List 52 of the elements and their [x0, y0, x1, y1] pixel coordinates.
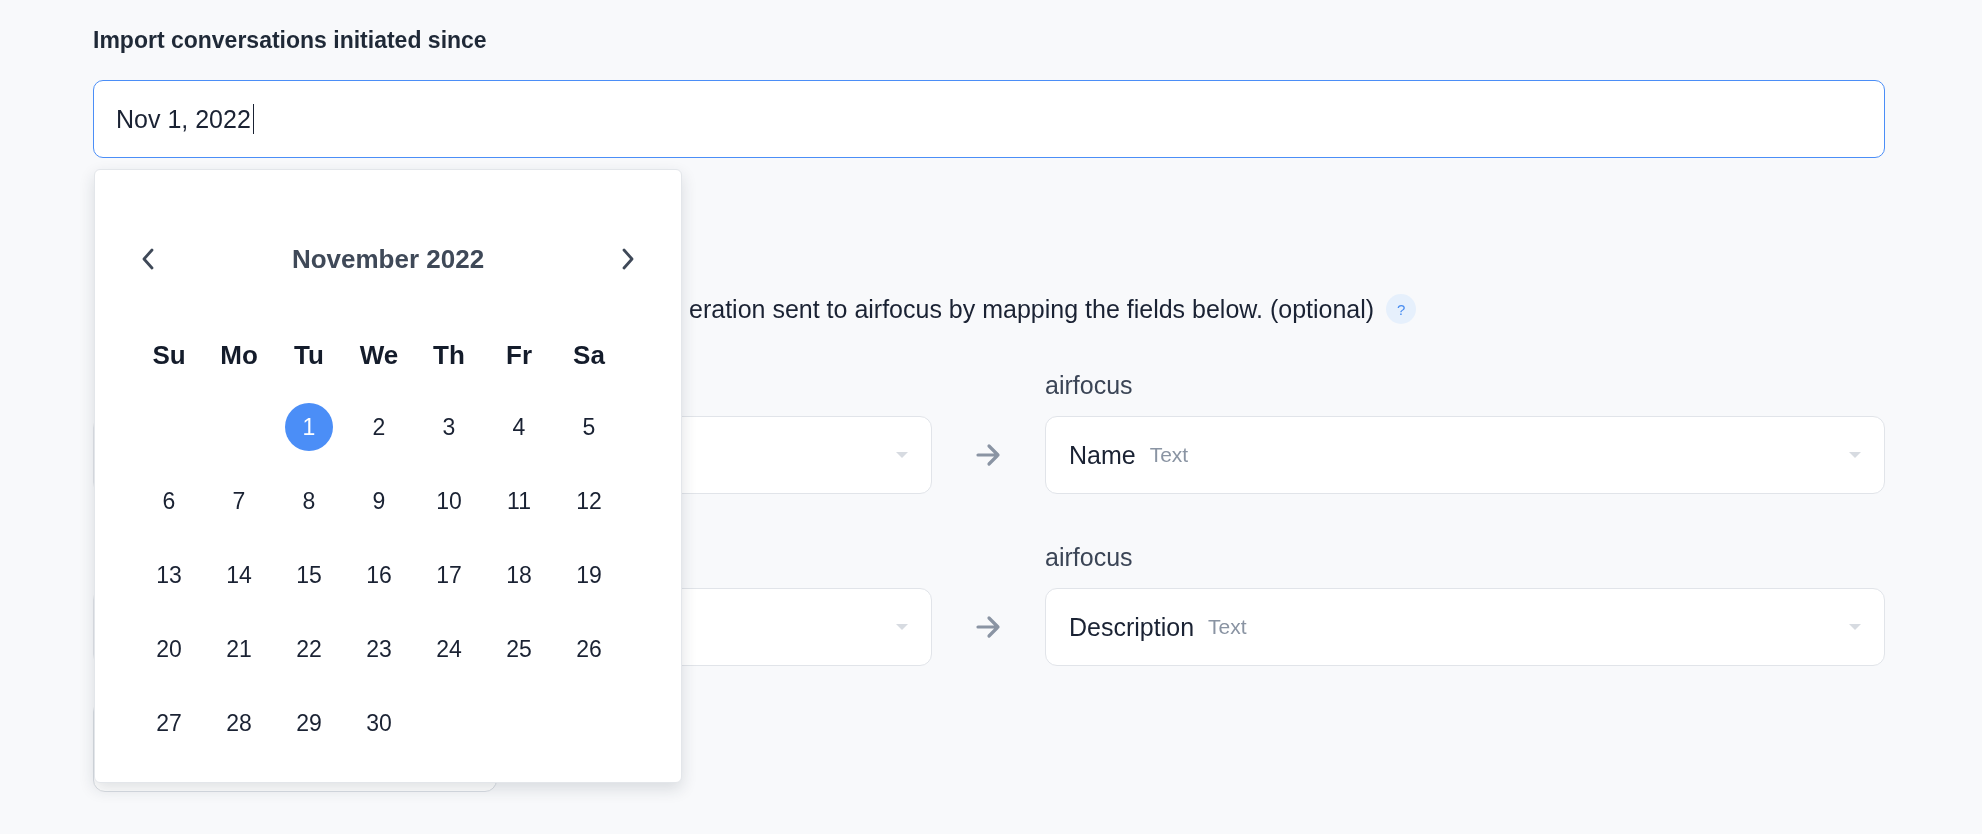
dropdown-caret-icon — [895, 451, 909, 459]
target-label: airfocus — [1045, 370, 1134, 401]
calendar-day[interactable]: 12 — [565, 477, 613, 525]
dropdown-caret-icon — [1848, 451, 1862, 459]
calendar-day[interactable]: 27 — [145, 699, 193, 747]
weekday-label: Su — [152, 339, 186, 371]
calendar-day[interactable]: 24 — [425, 625, 473, 673]
calendar-day[interactable]: 6 — [145, 477, 193, 525]
target-field-select[interactable]: Description Text — [1045, 588, 1885, 666]
calendar-day[interactable]: 9 — [355, 477, 403, 525]
calendar-day[interactable]: 20 — [145, 625, 193, 673]
calendar-day[interactable]: 29 — [285, 699, 333, 747]
calendar-day[interactable]: 5 — [565, 403, 613, 451]
calendar-day[interactable]: 10 — [425, 477, 473, 525]
weekday-label: Th — [433, 339, 465, 371]
dropdown-caret-icon — [1848, 623, 1862, 631]
calendar-day[interactable]: 21 — [215, 625, 263, 673]
calendar-day[interactable]: 7 — [215, 477, 263, 525]
calendar-day[interactable]: 13 — [145, 551, 193, 599]
month-title: November 2022 — [291, 243, 485, 275]
calendar-day[interactable]: 4 — [495, 403, 543, 451]
date-input-field[interactable]: Nov 1, 2022 — [93, 80, 1885, 158]
calendar-day[interactable]: 3 — [425, 403, 473, 451]
weekday-label: Sa — [573, 339, 605, 371]
weekday-label: Mo — [220, 339, 258, 371]
calendar-day[interactable]: 25 — [495, 625, 543, 673]
calendar-day[interactable]: 11 — [495, 477, 543, 525]
chevron-left-icon — [141, 248, 155, 270]
calendar-day[interactable]: 15 — [285, 551, 333, 599]
chevron-right-icon — [621, 248, 635, 270]
arrow-right-icon — [975, 443, 1002, 467]
calendar-day[interactable]: 28 — [215, 699, 263, 747]
calendar-day[interactable]: 30 — [355, 699, 403, 747]
calendar-day[interactable]: 16 — [355, 551, 403, 599]
calendar-day[interactable]: 17 — [425, 551, 473, 599]
calendar-day[interactable]: 14 — [215, 551, 263, 599]
calendar-day[interactable]: 2 — [355, 403, 403, 451]
calendar-day[interactable]: 8 — [285, 477, 333, 525]
calendar-day[interactable]: 23 — [355, 625, 403, 673]
weekday-label: Fr — [506, 339, 532, 371]
calendar-day[interactable]: 18 — [495, 551, 543, 599]
arrow-right-icon — [975, 615, 1002, 639]
calendar-day[interactable]: 19 — [565, 551, 613, 599]
target-label: airfocus — [1045, 542, 1134, 573]
weekday-label: We — [359, 339, 399, 371]
weekday-label: Tu — [294, 339, 324, 371]
target-field-select[interactable]: Name Text — [1045, 416, 1885, 494]
dropdown-caret-icon — [895, 623, 909, 631]
description-text: eration sent to airfocus by mapping the fields below. (optional) — [689, 294, 1375, 324]
calendar-day[interactable]: 22 — [285, 625, 333, 673]
field-label: Import conversations initiated since — [93, 26, 487, 55]
calendar-day[interactable]: 26 — [565, 625, 613, 673]
